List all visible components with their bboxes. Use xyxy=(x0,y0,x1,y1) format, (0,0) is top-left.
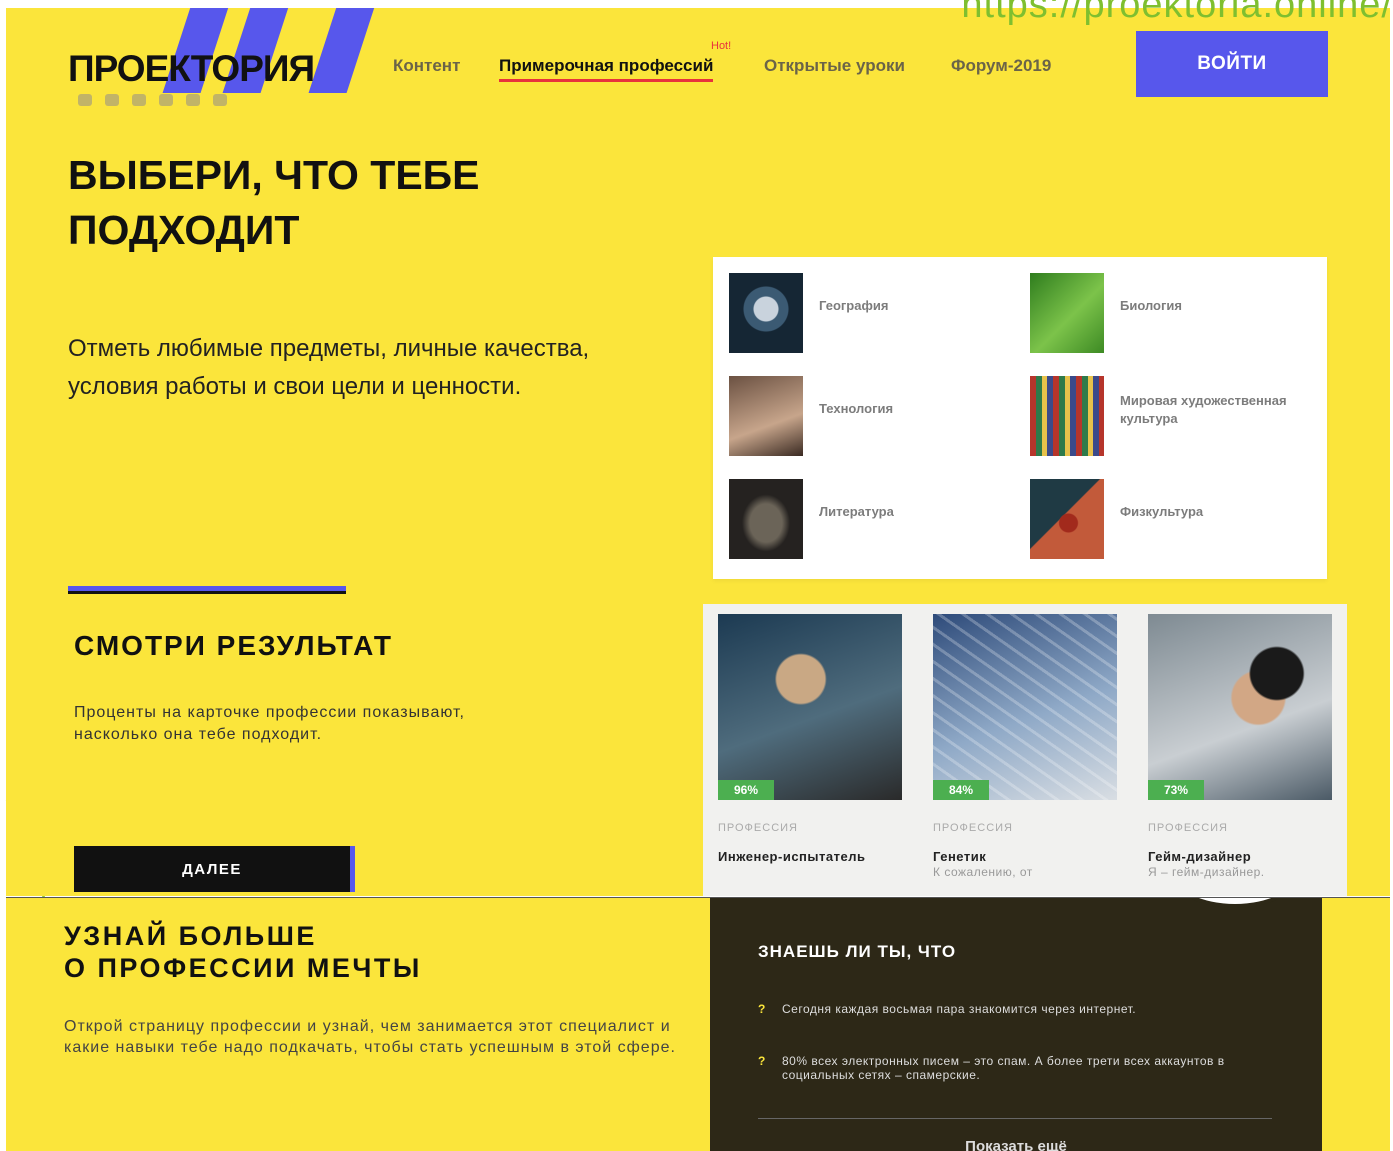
card-category: ПРОФЕССИЯ xyxy=(718,822,798,834)
match-badge: 73% xyxy=(1148,780,1204,800)
url-overlay[interactable]: https://proektoria.online/ xyxy=(961,0,1393,27)
card-photo: 96% xyxy=(718,614,902,800)
subject-technology[interactable]: Технология xyxy=(713,360,1013,456)
hot-badge: Hot! xyxy=(711,40,732,52)
subject-world-art-culture[interactable]: Мировая художественная культура xyxy=(1014,360,1314,456)
subjects-grid: География Биология Технология Мировая ху… xyxy=(713,257,1327,579)
card-photo: 84% xyxy=(933,614,1117,800)
match-badge: 96% xyxy=(718,780,774,800)
profession-cards: 96% ПРОФЕССИЯ Инженер-испытатель 84% ПРО… xyxy=(703,604,1347,896)
show-more-button[interactable]: Показать ещё xyxy=(710,1138,1322,1151)
nav-item-forum[interactable]: Форум-2019 xyxy=(951,56,1051,76)
facts-title: ЗНАЕШЬ ЛИ ТЫ, ЧТО xyxy=(758,942,957,961)
profession-card[interactable]: 84% ПРОФЕССИЯ Генетик К сожалению, от xyxy=(933,614,1117,879)
ok-icon[interactable] xyxy=(105,94,119,106)
results-text: Проценты на карточке профессии показываю… xyxy=(74,704,465,743)
hero-lead: Отметь любимые предметы, личные качества… xyxy=(68,335,590,400)
fact-item: ? 80% всех электронных писем – это спам.… xyxy=(758,1054,1225,1082)
nav-item-profession-fitting[interactable]: Примерочная профессий xyxy=(499,56,714,82)
card-title: Генетик xyxy=(933,849,987,864)
login-button[interactable]: ВОЙТИ xyxy=(1136,31,1328,97)
card-title: Гейм-дизайнер xyxy=(1148,849,1252,864)
card-title: Инженер-испытатель xyxy=(718,849,866,864)
decorative-circle xyxy=(1170,898,1300,908)
card-desc: К сожалению, от xyxy=(933,865,1033,879)
nav-item-open-lessons[interactable]: Открытые уроки xyxy=(764,56,905,76)
question-icon: ? xyxy=(758,1054,766,1068)
subject-geography[interactable]: География xyxy=(713,257,1013,353)
profession-card[interactable]: 96% ПРОФЕССИЯ Инженер-испытатель xyxy=(718,614,902,865)
facts-panel: ЗНАЕШЬ ЛИ ТЫ, ЧТО ? Сегодня каждая восьм… xyxy=(710,898,1322,1151)
compass-icon xyxy=(729,273,803,353)
youtube-icon[interactable] xyxy=(213,94,227,106)
top-page-screenshot: ПРОЕКТОРИЯ Контент Примерочная профессий… xyxy=(6,8,1390,896)
card-photo: 73% xyxy=(1148,614,1332,800)
fact-item: ? Сегодня каждая восьмая пара знакомится… xyxy=(758,1002,1137,1016)
logo[interactable]: ПРОЕКТОРИЯ xyxy=(68,48,315,90)
subject-literature[interactable]: Литература xyxy=(713,463,1013,559)
section-divider xyxy=(68,586,346,594)
next-button[interactable]: ДАЛЕЕ xyxy=(74,846,350,892)
instagram-icon[interactable] xyxy=(132,94,146,106)
logo-stripe xyxy=(308,8,378,93)
hero-title: ВЫБЕРИ, ЧТО ТЕБЕ ПОДХОДИТ xyxy=(68,152,480,253)
match-badge: 84% xyxy=(933,780,989,800)
card-category: ПРОФЕССИЯ xyxy=(1148,822,1228,834)
reader-icon xyxy=(729,479,803,559)
books-icon xyxy=(1030,376,1104,456)
subject-biology[interactable]: Биология xyxy=(1014,257,1314,353)
question-icon: ? xyxy=(758,1002,766,1016)
card-desc: Я – гейм-дизайнер. xyxy=(1148,865,1265,879)
card-category: ПРОФЕССИЯ xyxy=(933,822,1013,834)
divider xyxy=(758,1118,1272,1119)
facebook-icon[interactable] xyxy=(159,94,173,106)
telegram-icon[interactable] xyxy=(186,94,200,106)
social-icons xyxy=(78,94,227,106)
robot-icon xyxy=(729,376,803,456)
vk-icon[interactable] xyxy=(78,94,92,106)
profession-card[interactable]: 73% ПРОФЕССИЯ Гейм-дизайнер Я – гейм-диз… xyxy=(1148,614,1332,879)
results-title: СМОТРИ РЕЗУЛЬТАТ xyxy=(74,630,394,661)
learn-more-title: УЗНАЙ БОЛЬШЕ О ПРОФЕССИИ МЕЧТЫ xyxy=(64,921,422,983)
subject-pe[interactable]: Физкультура xyxy=(1014,463,1314,559)
learn-more-text: Открой страницу профессии и узнай, чем з… xyxy=(64,1018,676,1056)
nav-item-content[interactable]: Контент xyxy=(393,56,460,76)
bottom-page-screenshot: УЗНАЙ БОЛЬШЕ О ПРОФЕССИИ МЕЧТЫ Открой ст… xyxy=(6,897,1390,1151)
leaf-icon xyxy=(1030,273,1104,353)
ball-icon xyxy=(1030,479,1104,559)
